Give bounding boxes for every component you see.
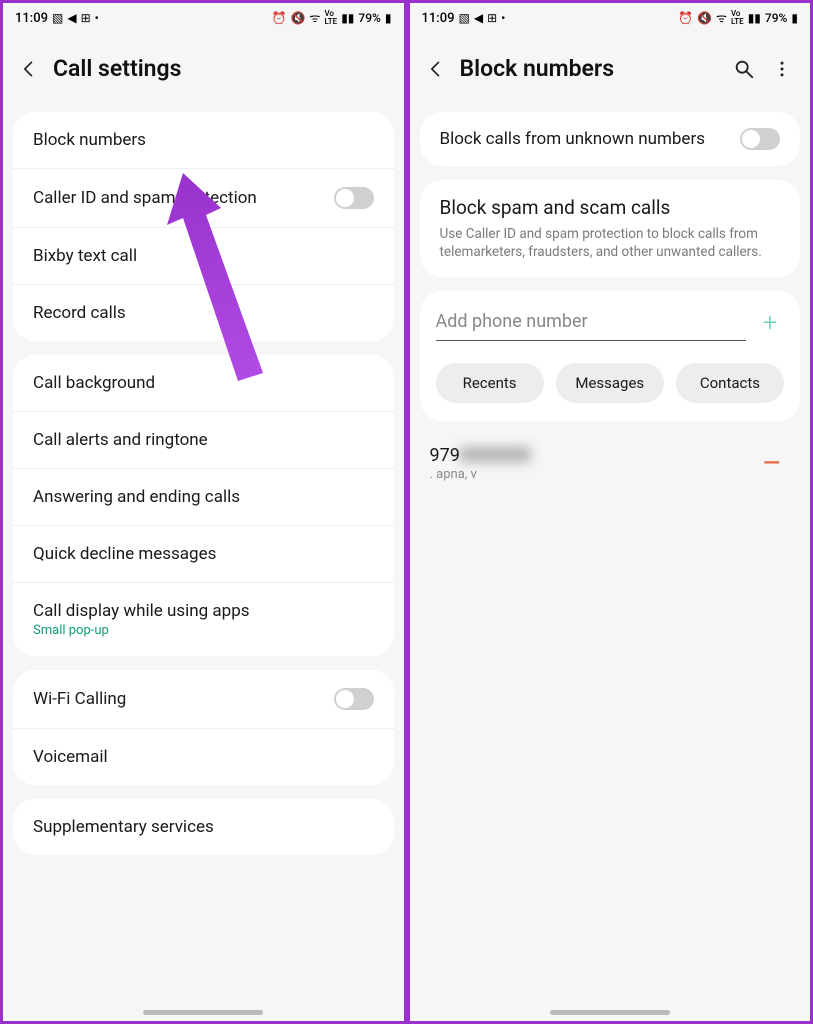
mute-icon: 🔇 xyxy=(697,12,712,24)
settings-group-2: Call background Call alerts and ringtone… xyxy=(13,355,394,656)
status-bar: 11:09 ▧ ◀ ⊞ • ⏰ 🔇 ᯤ VoLTE ▮▮ 79% ▮ xyxy=(3,3,404,33)
card-add-number: Add phone number + Recents Messages Cont… xyxy=(420,291,801,421)
row-bixby-text-call[interactable]: Bixby text call xyxy=(13,228,394,285)
back-icon[interactable] xyxy=(19,59,39,79)
dot-icon: • xyxy=(501,12,505,24)
page-header: Block numbers xyxy=(410,33,811,112)
chip-contacts[interactable]: Contacts xyxy=(676,363,784,403)
toggle-caller-id[interactable] xyxy=(334,187,374,209)
add-icon[interactable]: + xyxy=(756,308,784,338)
battery-percent: 79% xyxy=(765,11,787,25)
phone-left: 11:09 ▧ ◀ ⊞ • ⏰ 🔇 ᯤ VoLTE ▮▮ 79% ▮ Call … xyxy=(0,0,407,1024)
spam-title: Block spam and scam calls xyxy=(440,196,671,221)
card-block-unknown: Block calls from unknown numbers xyxy=(420,112,801,166)
row-wifi-calling[interactable]: Wi-Fi Calling xyxy=(13,670,394,729)
volte-icon: VoLTE xyxy=(324,10,337,26)
status-bar: 11:09 ▧ ◀ ⊞ • ⏰ 🔇 ᯤ VoLTE ▮▮ 79% ▮ xyxy=(410,3,811,33)
nav-pill[interactable] xyxy=(550,1010,670,1015)
row-quick-decline[interactable]: Quick decline messages xyxy=(13,526,394,583)
volte-icon: VoLTE xyxy=(731,10,744,26)
page-title: Block numbers xyxy=(460,55,615,82)
row-record-calls[interactable]: Record calls xyxy=(13,285,394,341)
gallery-icon: ▧ xyxy=(458,12,469,24)
toggle-block-unknown[interactable] xyxy=(740,128,780,150)
search-icon[interactable] xyxy=(732,57,756,81)
settings-group-3: Wi-Fi Calling Voicemail xyxy=(13,670,394,785)
row-block-numbers[interactable]: Block numbers xyxy=(13,112,394,169)
page-title: Call settings xyxy=(53,55,181,82)
blocked-number: 9790000000 xyxy=(430,445,764,466)
row-caller-id-spam[interactable]: Caller ID and spam protection xyxy=(13,169,394,228)
row-call-alerts[interactable]: Call alerts and ringtone xyxy=(13,412,394,469)
chip-row: Recents Messages Contacts xyxy=(436,363,785,403)
gallery-icon: ▧ xyxy=(52,12,63,24)
alarm-icon: ⏰ xyxy=(678,12,693,24)
status-time: 11:09 xyxy=(15,11,48,26)
row-supplementary[interactable]: Supplementary services xyxy=(13,799,394,855)
apps-icon: ⊞ xyxy=(487,12,497,24)
mute-icon: 🔇 xyxy=(291,12,306,24)
card-block-spam[interactable]: Block spam and scam calls Use Caller ID … xyxy=(420,180,801,277)
signal-icon: ▮▮ xyxy=(748,12,761,24)
blocked-subtitle: . apna, v xyxy=(430,467,764,482)
toggle-wifi-calling[interactable] xyxy=(334,688,374,710)
wifi-icon: ᯤ xyxy=(309,12,320,24)
page-header: Call settings xyxy=(3,33,404,112)
row-block-unknown[interactable]: Block calls from unknown numbers xyxy=(420,112,801,166)
telegram-icon: ◀ xyxy=(67,12,76,24)
chip-recents[interactable]: Recents xyxy=(436,363,544,403)
remove-icon[interactable]: — xyxy=(763,451,780,476)
blocked-entry[interactable]: 9790000000 . apna, v — xyxy=(420,431,801,500)
status-time: 11:09 xyxy=(422,11,455,26)
nav-pill[interactable] xyxy=(143,1010,263,1015)
back-icon[interactable] xyxy=(426,59,446,79)
dot-icon: • xyxy=(95,12,99,24)
alarm-icon: ⏰ xyxy=(272,12,287,24)
more-icon[interactable] xyxy=(770,57,794,81)
phone-right: 11:09 ▧ ◀ ⊞ • ⏰ 🔇 ᯤ VoLTE ▮▮ 79% ▮ Block… xyxy=(407,0,813,1024)
telegram-icon: ◀ xyxy=(474,12,483,24)
row-call-background[interactable]: Call background xyxy=(13,355,394,412)
card-blocked-list: 9790000000 . apna, v — xyxy=(420,431,801,500)
chip-messages[interactable]: Messages xyxy=(556,363,664,403)
settings-group-4: Supplementary services xyxy=(13,799,394,855)
signal-icon: ▮▮ xyxy=(341,12,354,24)
row-answering-ending[interactable]: Answering and ending calls xyxy=(13,469,394,526)
spam-desc: Use Caller ID and spam protection to blo… xyxy=(440,225,781,261)
row-call-display-apps[interactable]: Call display while using apps Small pop-… xyxy=(13,583,394,656)
battery-percent: 79% xyxy=(358,11,380,25)
settings-group-1: Block numbers Caller ID and spam protect… xyxy=(13,112,394,341)
battery-icon: ▮ xyxy=(791,12,798,24)
battery-icon: ▮ xyxy=(385,12,392,24)
apps-icon: ⊞ xyxy=(81,12,91,24)
row-voicemail[interactable]: Voicemail xyxy=(13,729,394,785)
add-number-input[interactable]: Add phone number xyxy=(436,305,747,341)
wifi-icon: ᯤ xyxy=(716,12,727,24)
